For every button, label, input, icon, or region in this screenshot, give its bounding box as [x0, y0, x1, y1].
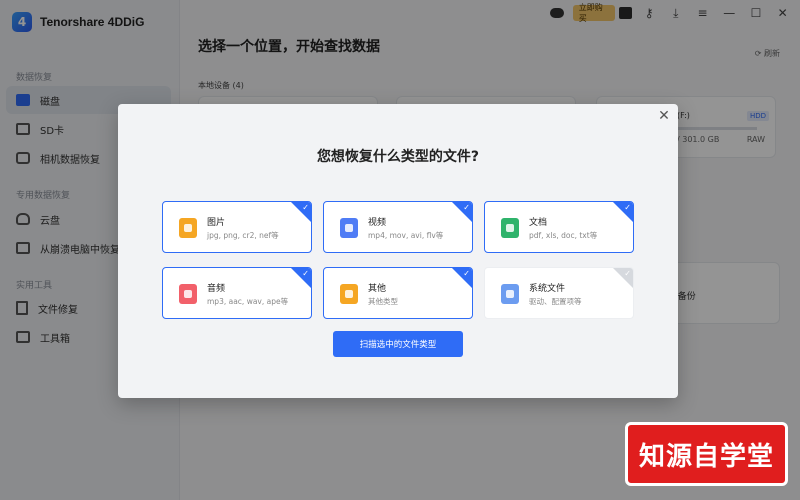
check-icon: ✓: [624, 203, 631, 212]
file-type-dialog: ✕ 您想恢复什么类型的文件? ✓ 图片 jpg, png, cr2, nef等 …: [118, 104, 678, 398]
check-icon: ✓: [302, 203, 309, 212]
file-type-name: 视频: [368, 218, 387, 228]
scan-selected-types-button[interactable]: 扫描选中的文件类型: [333, 331, 463, 357]
file-type-name: 音频: [207, 284, 226, 294]
file-type-desc: pdf, xls, doc, txt等: [529, 231, 598, 240]
video-icon: [340, 218, 358, 238]
music-icon: [179, 284, 197, 304]
document-icon: [501, 218, 519, 238]
image-icon: [179, 218, 197, 238]
file-type-desc: 驱动、配置项等: [529, 297, 582, 306]
file-type-name: 系统文件: [529, 284, 566, 294]
file-type-name: 图片: [207, 218, 226, 228]
file-type-card-audio[interactable]: ✓ 音频 mp3, aac, wav, ape等: [162, 267, 312, 319]
check-icon: ✓: [624, 269, 631, 278]
check-icon: ✓: [463, 269, 470, 278]
file-type-card-videos[interactable]: ✓ 视频 mp4, mov, avi, flv等: [323, 201, 473, 253]
file-type-card-documents[interactable]: ✓ 文档 pdf, xls, doc, txt等: [484, 201, 634, 253]
gear-icon: [501, 284, 519, 304]
file-type-desc: 其他类型: [368, 297, 398, 306]
file-type-name: 其他: [368, 284, 387, 294]
check-icon: ✓: [463, 203, 470, 212]
check-icon: ✓: [302, 269, 309, 278]
dialog-close-icon[interactable]: ✕: [656, 108, 672, 124]
file-type-card-system[interactable]: ✓ 系统文件 驱动、配置项等: [484, 267, 634, 319]
file-type-desc: mp3, aac, wav, ape等: [207, 297, 289, 306]
file-type-desc: jpg, png, cr2, nef等: [207, 231, 279, 240]
file-type-card-images[interactable]: ✓ 图片 jpg, png, cr2, nef等: [162, 201, 312, 253]
star-icon: [340, 284, 358, 304]
file-type-name: 文档: [529, 218, 548, 228]
file-type-desc: mp4, mov, avi, flv等: [368, 231, 444, 240]
file-type-card-other[interactable]: ✓ 其他 其他类型: [323, 267, 473, 319]
dialog-title: 您想恢复什么类型的文件?: [316, 149, 480, 165]
watermark-logo: 知源自学堂: [625, 422, 788, 486]
